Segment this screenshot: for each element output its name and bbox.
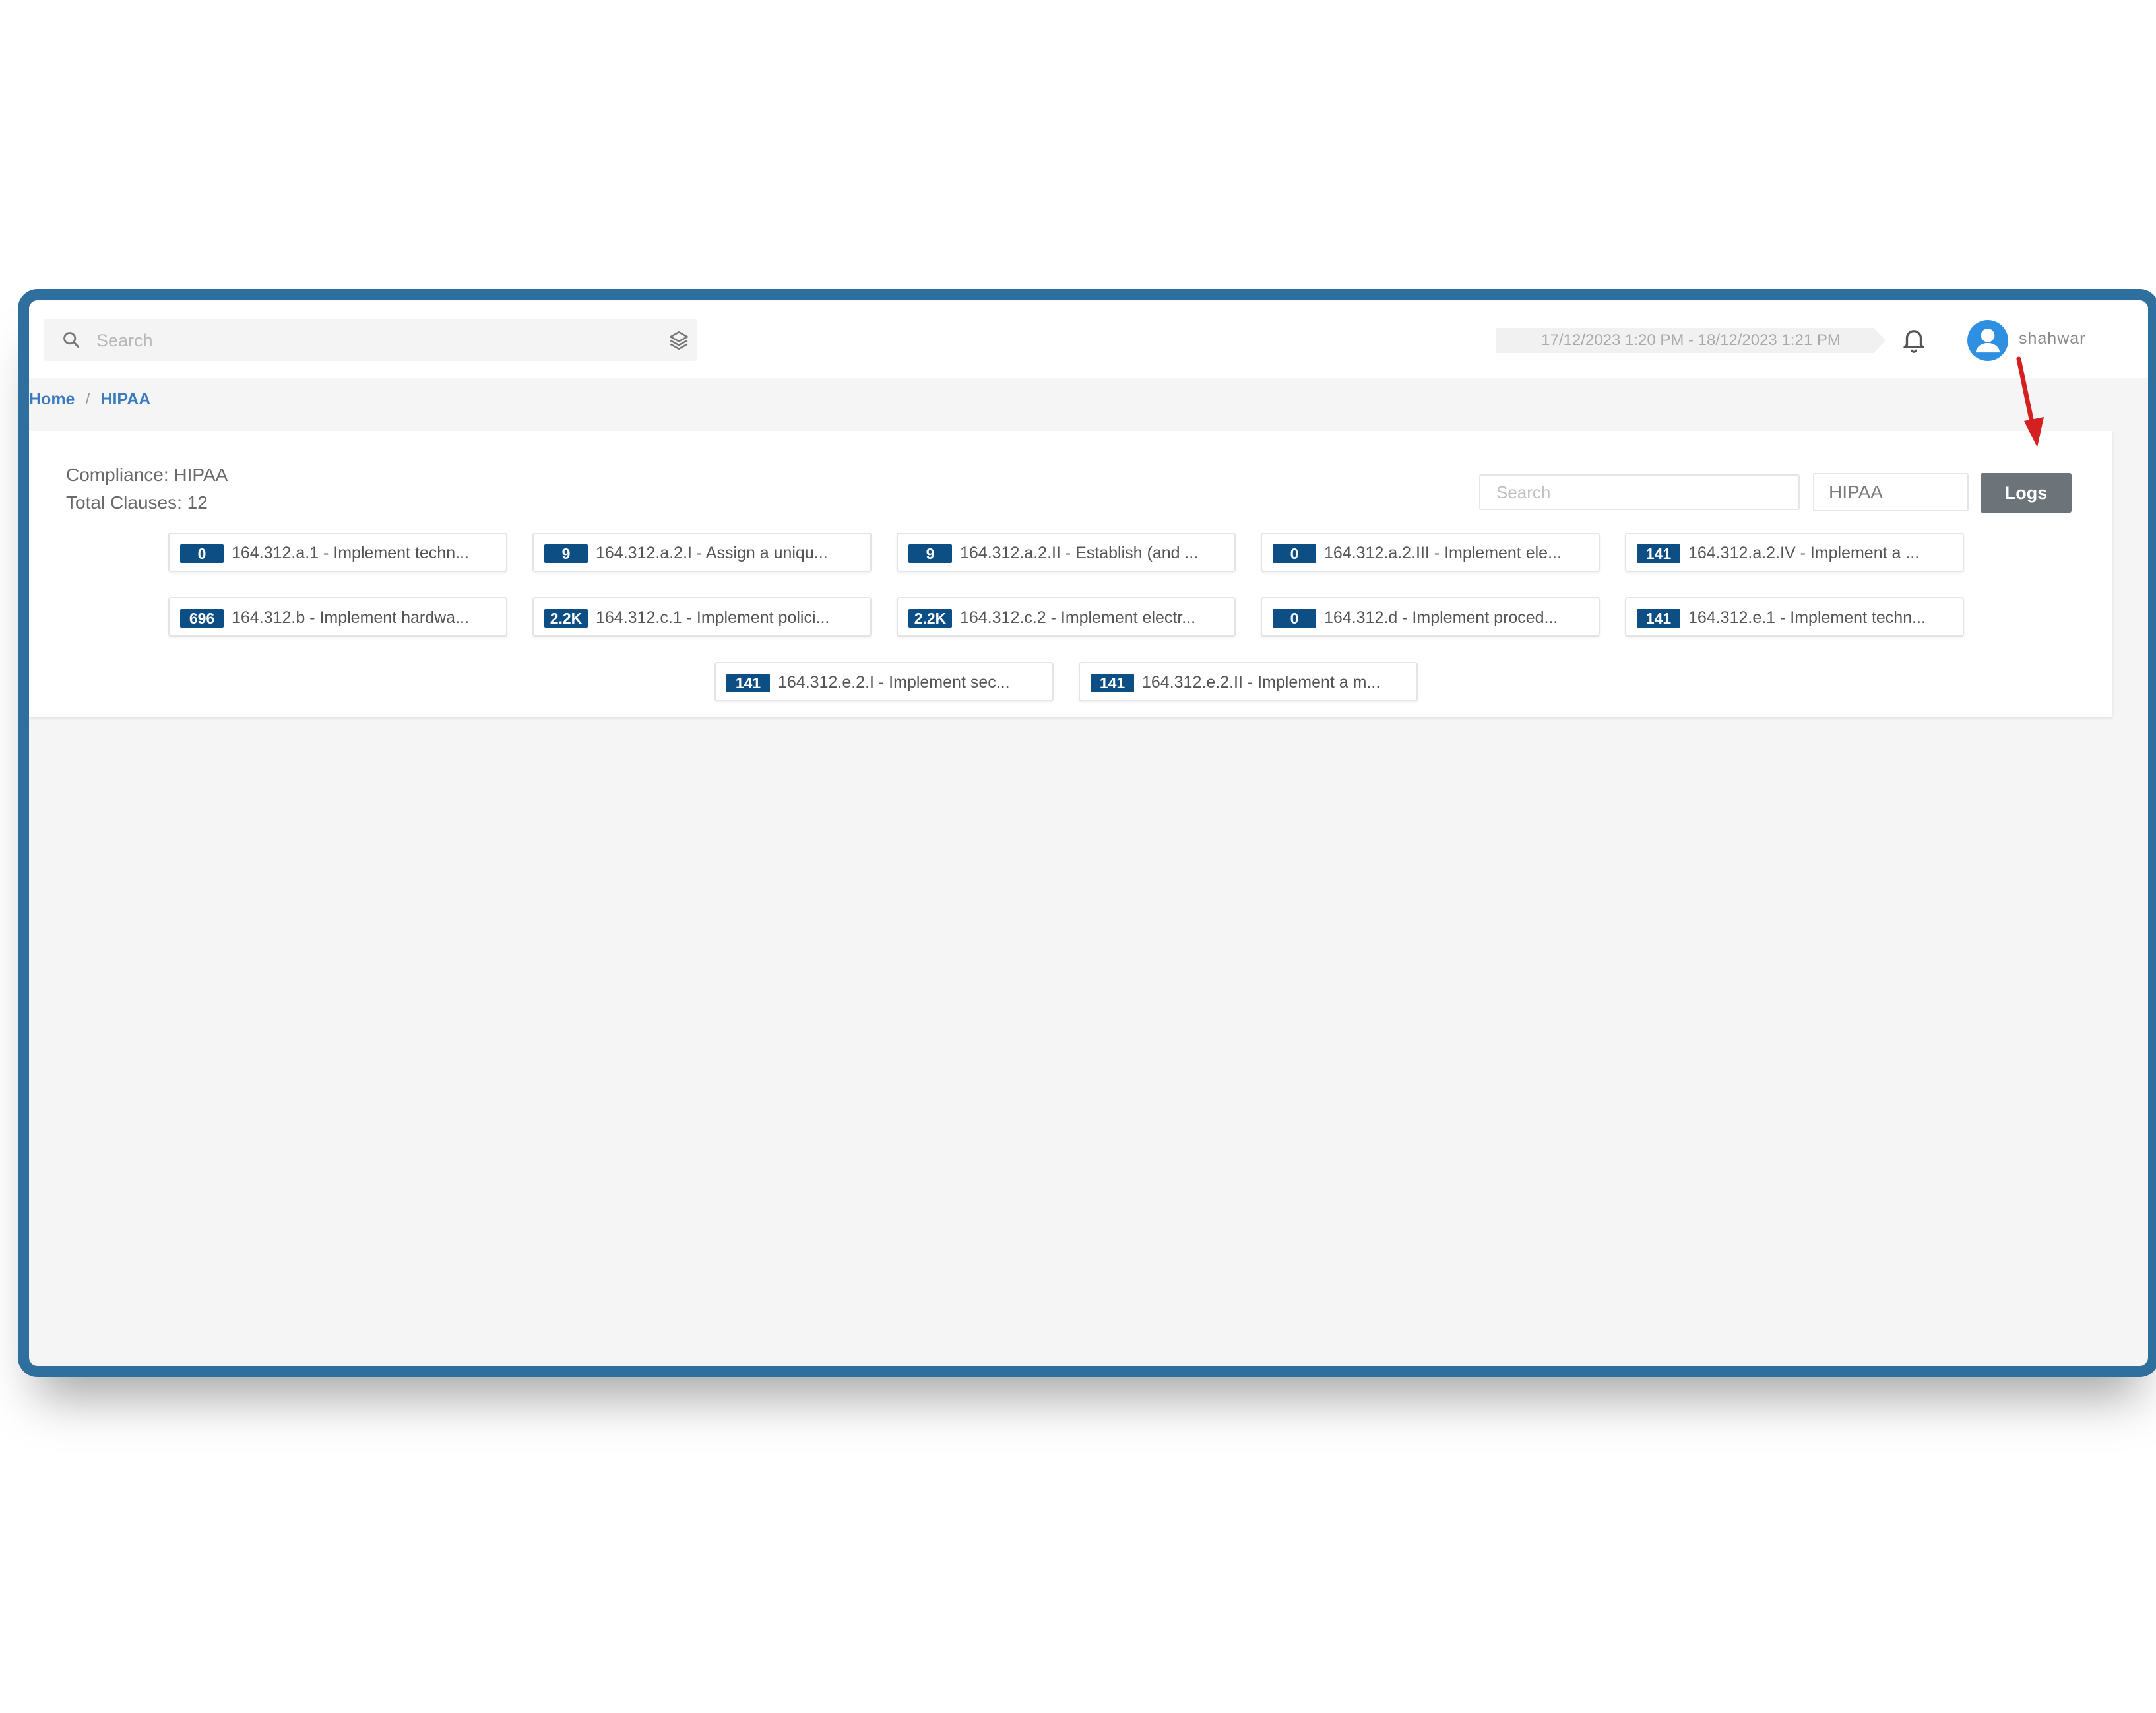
- clause-count-badge: 0: [1273, 544, 1316, 563]
- clause-label: 164.312.b - Implement hardwa...: [232, 608, 469, 627]
- clause-item[interactable]: 0 164.312.a.1 - Implement techn...: [168, 533, 507, 572]
- clause-count-badge: 2.2K: [544, 609, 588, 628]
- clause-label: 164.312.a.2.III - Implement ele...: [1324, 544, 1562, 562]
- clause-count-badge: 141: [1637, 609, 1680, 628]
- avatar[interactable]: [1967, 320, 2008, 361]
- compliance-select[interactable]: HIPAA: [1813, 473, 1969, 511]
- clause-label: 164.312.a.1 - Implement techn...: [232, 544, 469, 562]
- layers-icon[interactable]: [668, 329, 690, 352]
- total-clauses: Total Clauses: 12: [66, 492, 208, 513]
- app-window: 17/12/2023 1:20 PM - 18/12/2023 1:21 PM …: [18, 289, 2156, 1377]
- user-name[interactable]: shahwar: [2019, 329, 2086, 348]
- compliance-summary: Compliance: HIPAA Total Clauses: 12: [66, 461, 228, 517]
- clause-item[interactable]: 141 164.312.e.1 - Implement techn...: [1625, 597, 1964, 637]
- annotation-arrow: [2016, 356, 2044, 447]
- global-search[interactable]: [44, 319, 697, 361]
- clause-item[interactable]: 0 164.312.a.2.III - Implement ele...: [1261, 533, 1600, 572]
- date-range-picker[interactable]: 17/12/2023 1:20 PM - 18/12/2023 1:21 PM: [1496, 328, 1886, 353]
- breadcrumb-current[interactable]: HIPAA: [100, 390, 150, 408]
- breadcrumb-separator: /: [85, 390, 90, 408]
- search-icon: [63, 332, 80, 348]
- clause-item[interactable]: 141 164.312.e.2.II - Implement a m...: [1079, 662, 1418, 701]
- clause-label: 164.312.a.2.IV - Implement a ...: [1688, 544, 1920, 562]
- clause-count-badge: 141: [726, 674, 770, 692]
- clause-count-badge: 0: [1273, 609, 1316, 628]
- user-icon: [1975, 328, 2000, 353]
- clause-label: 164.312.c.1 - Implement polici...: [596, 608, 830, 627]
- global-search-input[interactable]: [95, 327, 612, 354]
- clause-count-badge: 0: [180, 544, 224, 563]
- clause-item[interactable]: 141 164.312.e.2.I - Implement sec...: [714, 662, 1054, 701]
- compliance-panel: Compliance: HIPAA Total Clauses: 12 HIPA…: [29, 431, 2112, 717]
- top-bar: 17/12/2023 1:20 PM - 18/12/2023 1:21 PM …: [29, 300, 2148, 378]
- clause-item[interactable]: 696 164.312.b - Implement hardwa...: [168, 597, 507, 637]
- clause-label: 164.312.a.2.II - Establish (and ...: [960, 544, 1199, 562]
- clause-label: 164.312.d - Implement proced...: [1324, 608, 1558, 627]
- clause-count-badge: 141: [1637, 544, 1680, 563]
- clause-item[interactable]: 9 164.312.a.2.I - Assign a uniqu...: [532, 533, 872, 572]
- compliance-name: Compliance: HIPAA: [66, 465, 228, 485]
- clause-label: 164.312.e.2.I - Implement sec...: [778, 673, 1010, 692]
- clause-search-input[interactable]: [1479, 474, 1800, 510]
- clause-item[interactable]: 2.2K 164.312.c.2 - Implement electr...: [897, 597, 1236, 637]
- clause-item[interactable]: 141 164.312.a.2.IV - Implement a ...: [1625, 533, 1964, 572]
- clause-label: 164.312.e.2.II - Implement a m...: [1142, 673, 1381, 692]
- breadcrumb-home[interactable]: Home: [29, 390, 75, 408]
- clause-label: 164.312.c.2 - Implement electr...: [960, 608, 1196, 627]
- clause-item[interactable]: 9 164.312.a.2.II - Establish (and ...: [897, 533, 1236, 572]
- clause-label: 164.312.e.1 - Implement techn...: [1688, 608, 1926, 627]
- clause-label: 164.312.a.2.I - Assign a uniqu...: [596, 544, 828, 562]
- clause-count-badge: 2.2K: [908, 609, 952, 628]
- clause-count-badge: 696: [180, 609, 224, 628]
- bell-icon[interactable]: [1900, 325, 1928, 353]
- clause-item[interactable]: 2.2K 164.312.c.1 - Implement polici...: [532, 597, 872, 637]
- clause-item[interactable]: 0 164.312.d - Implement proced...: [1261, 597, 1600, 637]
- clause-count-badge: 141: [1091, 674, 1134, 692]
- clause-count-badge: 9: [908, 544, 952, 563]
- logs-button[interactable]: Logs: [1981, 473, 2072, 513]
- clause-count-badge: 9: [544, 544, 588, 563]
- breadcrumb: Home / HIPAA: [29, 390, 150, 409]
